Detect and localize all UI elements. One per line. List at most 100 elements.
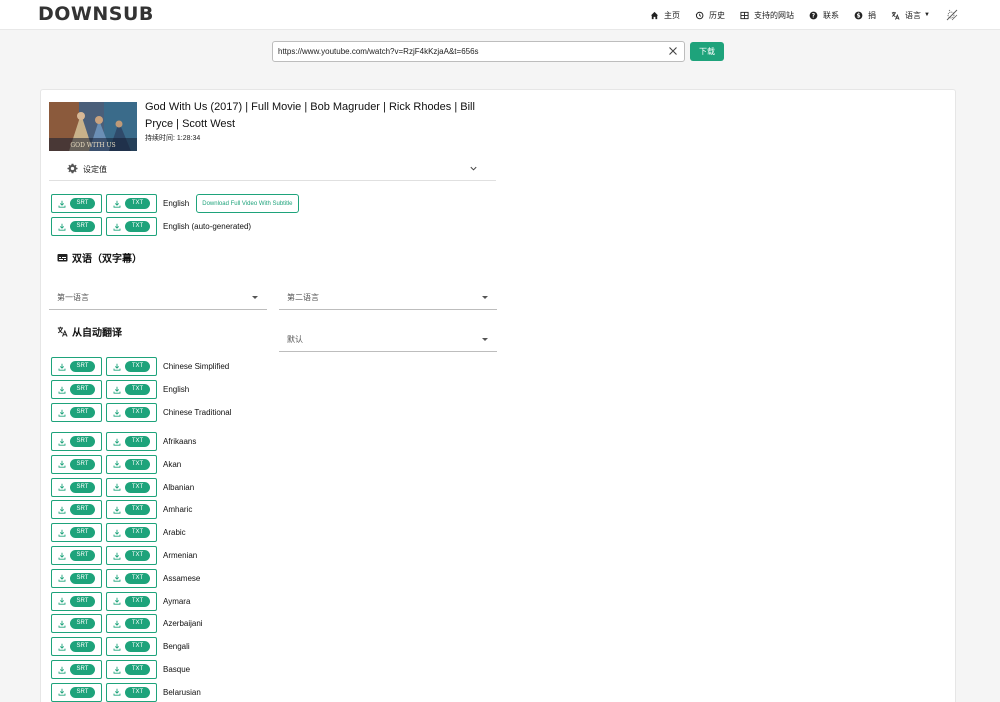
txt-download-button[interactable]: TXT [106, 380, 157, 399]
subtitle-language: Arabic [163, 528, 186, 538]
srt-download-button[interactable]: SRT [51, 568, 102, 588]
clear-icon[interactable] [668, 46, 678, 56]
nav-home-label: 主页 [664, 10, 681, 20]
auto-translate-title: 从自动翻译 [72, 328, 122, 339]
dropdown-arrow-icon [482, 338, 488, 341]
subtitle-row: SRT TXT Arabic [51, 523, 186, 543]
txt-label: TXT [124, 572, 151, 584]
txt-download-button[interactable]: TXT [106, 357, 157, 376]
srt-download-button[interactable]: SRT [51, 614, 102, 634]
downsub-logo[interactable]: DOWNSUB [38, 3, 154, 25]
srt-label: SRT [69, 384, 96, 395]
txt-download-button[interactable]: TXT [106, 546, 157, 565]
subtitle-language: Afrikaans [163, 437, 197, 446]
txt-label: TXT [124, 664, 151, 675]
first-language-value: 第一语言 [57, 293, 89, 302]
gear-icon [67, 163, 78, 174]
srt-download-button[interactable]: SRT [51, 523, 102, 543]
srt-download-button[interactable]: SRT [51, 432, 102, 451]
srt-download-button[interactable]: SRT [51, 660, 102, 679]
subtitle-language: Amharic [163, 505, 193, 515]
srt-download-button[interactable]: SRT [51, 682, 102, 702]
download-icon [58, 597, 65, 605]
srt-label: SRT [69, 407, 96, 418]
srt-label: SRT [69, 198, 96, 209]
txt-download-button[interactable]: TXT [106, 477, 157, 497]
srt-label: SRT [69, 436, 96, 447]
subtitle-language: Armenian [163, 551, 198, 560]
subtitle-language: Albanian [163, 482, 195, 492]
download-full-video-button[interactable]: Download Full Video With Subtitle [196, 194, 299, 213]
first-language-select[interactable]: 第一语言 [49, 283, 267, 310]
dropdown-arrow-icon [482, 296, 488, 299]
video-thumbnail[interactable]: GOD WITH US [49, 102, 137, 151]
download-button[interactable]: 下载 [690, 42, 724, 61]
txt-label: TXT [124, 527, 151, 539]
download-icon [113, 438, 121, 446]
second-language-select[interactable]: 第二语言 [279, 283, 497, 310]
txt-download-button[interactable]: TXT [106, 217, 157, 236]
chevron-down-icon [470, 166, 477, 171]
download-icon [113, 552, 121, 560]
nav-supported-sites[interactable]: 支持的网站 [740, 10, 794, 21]
srt-download-button[interactable]: SRT [51, 546, 102, 565]
srt-download-button[interactable]: SRT [51, 591, 102, 611]
subtitle-row: SRT TXT English (auto-generated) [51, 217, 251, 236]
srt-download-button[interactable]: SRT [51, 637, 102, 657]
srt-download-button[interactable]: SRT [51, 357, 102, 376]
settings-toggle[interactable]: 设定值 [49, 156, 496, 181]
nav-contact[interactable]: ? 联系 [809, 10, 839, 21]
txt-download-button[interactable]: TXT [106, 523, 157, 543]
txt-label: TXT [124, 361, 151, 372]
txt-download-button[interactable]: TXT [106, 432, 157, 451]
txt-download-button[interactable]: TXT [106, 194, 157, 213]
default-select[interactable]: 默认 [279, 325, 497, 352]
txt-download-button[interactable]: TXT [106, 614, 157, 634]
download-icon [58, 409, 65, 417]
download-icon [113, 575, 121, 582]
subtitle-row: SRT TXT English [51, 380, 189, 399]
subtitle-row: SRT TXT English Download Full Video With Su… [51, 194, 299, 213]
subtitle-language: English [163, 385, 190, 394]
txt-download-button[interactable]: TXT [106, 454, 157, 474]
download-icon [113, 620, 121, 628]
srt-label: SRT [69, 618, 96, 630]
txt-download-button[interactable]: TXT [106, 568, 157, 588]
nav-history[interactable]: 历史 [695, 10, 725, 21]
question-icon: ? [809, 11, 818, 19]
download-icon [113, 689, 121, 696]
txt-label: TXT [124, 221, 151, 232]
txt-label: TXT [124, 504, 151, 516]
srt-download-button[interactable]: SRT [51, 380, 102, 399]
download-icon [58, 386, 65, 394]
settings-label: 设定值 [83, 165, 107, 174]
download-icon [113, 223, 121, 231]
srt-download-button[interactable]: SRT [51, 477, 102, 497]
srt-download-button[interactable]: SRT [51, 403, 102, 422]
txt-download-button[interactable]: TXT [106, 660, 157, 679]
srt-download-button[interactable]: SRT [51, 454, 102, 474]
url-input[interactable] [278, 42, 658, 61]
download-icon [58, 689, 65, 696]
srt-download-button[interactable]: SRT [51, 194, 102, 213]
txt-download-button[interactable]: TXT [106, 403, 157, 422]
srt-label: SRT [69, 595, 96, 607]
download-icon [113, 386, 121, 394]
txt-label: TXT [124, 686, 151, 698]
subtitle-language: Aymara [163, 596, 191, 606]
txt-label: TXT [124, 641, 151, 653]
video-title: God With Us (2017) | Full Movie | Bob Ma… [145, 101, 475, 130]
subtitle-row: SRT TXT Albanian [51, 477, 195, 497]
nav-home[interactable]: 主页 [650, 10, 680, 21]
txt-download-button[interactable]: TXT [106, 500, 157, 520]
nav-language[interactable]: 语言 ▼ [891, 10, 930, 21]
theme-toggle-icon[interactable] [946, 9, 958, 21]
srt-download-button[interactable]: SRT [51, 217, 102, 236]
subtitle-row: SRT TXT Assamese [51, 568, 200, 588]
txt-download-button[interactable]: TXT [106, 682, 157, 702]
txt-download-button[interactable]: TXT [106, 637, 157, 657]
download-icon [58, 643, 65, 651]
srt-download-button[interactable]: SRT [51, 500, 102, 520]
txt-download-button[interactable]: TXT [106, 591, 157, 611]
nav-donate[interactable]: $ 捐 [854, 10, 876, 21]
